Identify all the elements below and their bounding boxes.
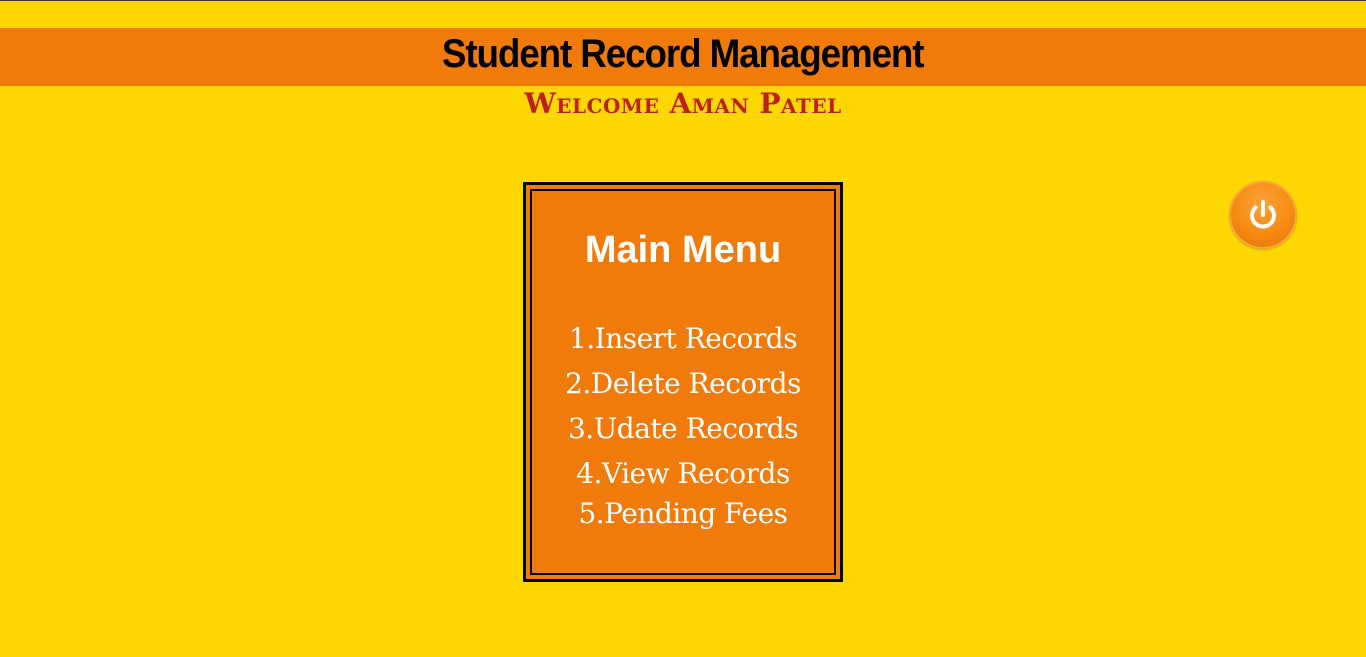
menu-item-pending-fees[interactable]: 5.Pending Fees (526, 496, 840, 532)
logout-power-button[interactable] (1229, 181, 1297, 249)
power-icon (1250, 200, 1276, 229)
menu-item-update-records[interactable]: 3.Udate Records (526, 411, 840, 447)
main-menu-title: Main Menu (584, 229, 782, 271)
menu-item-view-records[interactable]: 4.View Records (526, 456, 840, 492)
top-divider (0, 0, 1366, 1)
welcome-message: Welcome Aman Patel (524, 87, 842, 120)
menu-item-insert-records[interactable]: 1.Insert Records (526, 321, 840, 357)
main-menu-panel: Main Menu 1.Insert Records 2.Delete Reco… (523, 182, 843, 582)
app-title: Student Record Management (442, 32, 925, 76)
menu-item-delete-records[interactable]: 2.Delete Records (526, 366, 840, 402)
header-bar: Student Record Management (0, 28, 1366, 86)
